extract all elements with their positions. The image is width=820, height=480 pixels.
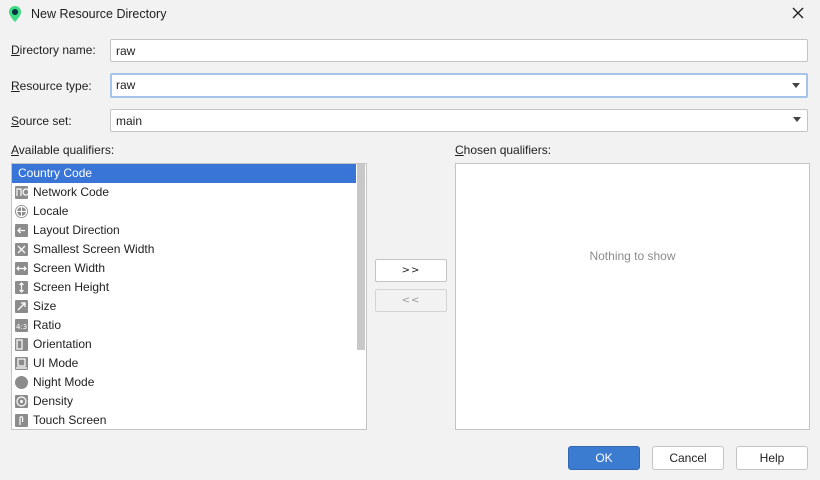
network-code-icon <box>15 186 28 199</box>
size-icon <box>15 300 28 313</box>
scroll-thumb[interactable] <box>357 164 365 350</box>
remove-qualifier-button[interactable]: << <box>375 289 447 312</box>
chosen-qualifiers-label: Chosen qualifiers: <box>455 143 552 157</box>
directory-name-value: raw <box>116 44 136 58</box>
available-qualifiers-list[interactable]: Country Code Network Code Locale Layout Dir… <box>11 163 367 430</box>
qualifier-item[interactable]: UI Mode <box>12 354 356 373</box>
qualifier-label: Smallest Screen Width <box>33 242 155 256</box>
chevron-down-icon <box>793 117 801 122</box>
source-set-dropdown[interactable]: main <box>110 109 808 132</box>
orientation-icon <box>15 338 28 351</box>
add-qualifier-button[interactable]: >> <box>375 259 447 282</box>
screen-height-icon <box>15 281 28 294</box>
qualifier-item[interactable]: Density <box>12 392 356 411</box>
available-qualifiers-label: Available qualifiers: <box>11 143 115 157</box>
qualifier-label: Country Code <box>18 166 93 180</box>
qualifier-item[interactable]: Smallest Screen Width <box>12 240 356 259</box>
qualifier-label: Layout Direction <box>33 223 120 237</box>
qualifier-label: Screen Height <box>33 280 110 294</box>
qualifier-label: Touch Screen <box>33 413 107 427</box>
qualifier-label: Night Mode <box>33 375 95 389</box>
resource-type-value: raw <box>116 78 136 92</box>
qualifier-item[interactable]: Night Mode <box>12 373 356 392</box>
close-button[interactable] <box>786 3 810 25</box>
qualifier-label: Size <box>33 299 57 313</box>
empty-state-text: Nothing to show <box>589 249 676 263</box>
qualifier-item[interactable]: Orientation <box>12 335 356 354</box>
window-title: New Resource Directory <box>31 7 167 21</box>
layout-direction-icon <box>15 224 28 237</box>
qualifier-item[interactable]: Country Code <box>12 164 356 183</box>
qualifier-item[interactable]: Touch Screen <box>12 411 356 429</box>
screen-width-icon <box>15 262 28 275</box>
ui-mode-icon <box>15 357 28 370</box>
qualifier-label: UI Mode <box>33 356 79 370</box>
smallest-width-icon <box>15 243 28 256</box>
help-button[interactable]: Help <box>736 446 808 470</box>
ok-button[interactable]: OK <box>568 446 640 470</box>
qualifier-label: Ratio <box>33 318 62 332</box>
touch-screen-icon <box>15 414 28 427</box>
qualifier-item[interactable]: Network Code <box>12 183 356 202</box>
qualifier-item[interactable]: Screen Height <box>12 278 356 297</box>
qualifier-label: Density <box>33 394 74 408</box>
qualifier-item[interactable]: Screen Width <box>12 259 356 278</box>
source-set-label: Source set: <box>11 114 72 128</box>
density-icon <box>15 395 28 408</box>
night-mode-icon <box>15 376 28 389</box>
qualifier-item[interactable]: Layout Direction <box>12 221 356 240</box>
qualifier-label: Screen Width <box>33 261 106 275</box>
qualifier-item[interactable]: Size <box>12 297 356 316</box>
android-studio-icon <box>9 6 21 22</box>
globe-icon <box>15 205 28 218</box>
source-set-value: main <box>116 114 143 128</box>
ratio-icon: 4:3 <box>15 319 28 332</box>
scrollbar[interactable] <box>356 164 366 429</box>
svg-text:4:3: 4:3 <box>16 323 27 331</box>
cancel-button[interactable]: Cancel <box>652 446 724 470</box>
title-bar: New Resource Directory <box>0 0 820 28</box>
resource-type-label: Resource type: <box>11 79 92 93</box>
directory-name-field[interactable]: raw <box>110 39 808 62</box>
qualifier-item[interactable]: Locale <box>12 202 356 221</box>
qualifier-label: Locale <box>33 204 69 218</box>
chevron-down-icon <box>792 83 800 88</box>
qualifier-item[interactable]: 4:3 Ratio <box>12 316 356 335</box>
qualifier-label: Orientation <box>33 337 92 351</box>
close-icon <box>792 7 804 22</box>
qualifier-label: Network Code <box>33 185 110 199</box>
chosen-qualifiers-list[interactable]: Nothing to show <box>455 163 810 430</box>
resource-type-dropdown[interactable]: raw <box>110 73 808 98</box>
directory-name-label: Directory name: <box>11 43 96 57</box>
